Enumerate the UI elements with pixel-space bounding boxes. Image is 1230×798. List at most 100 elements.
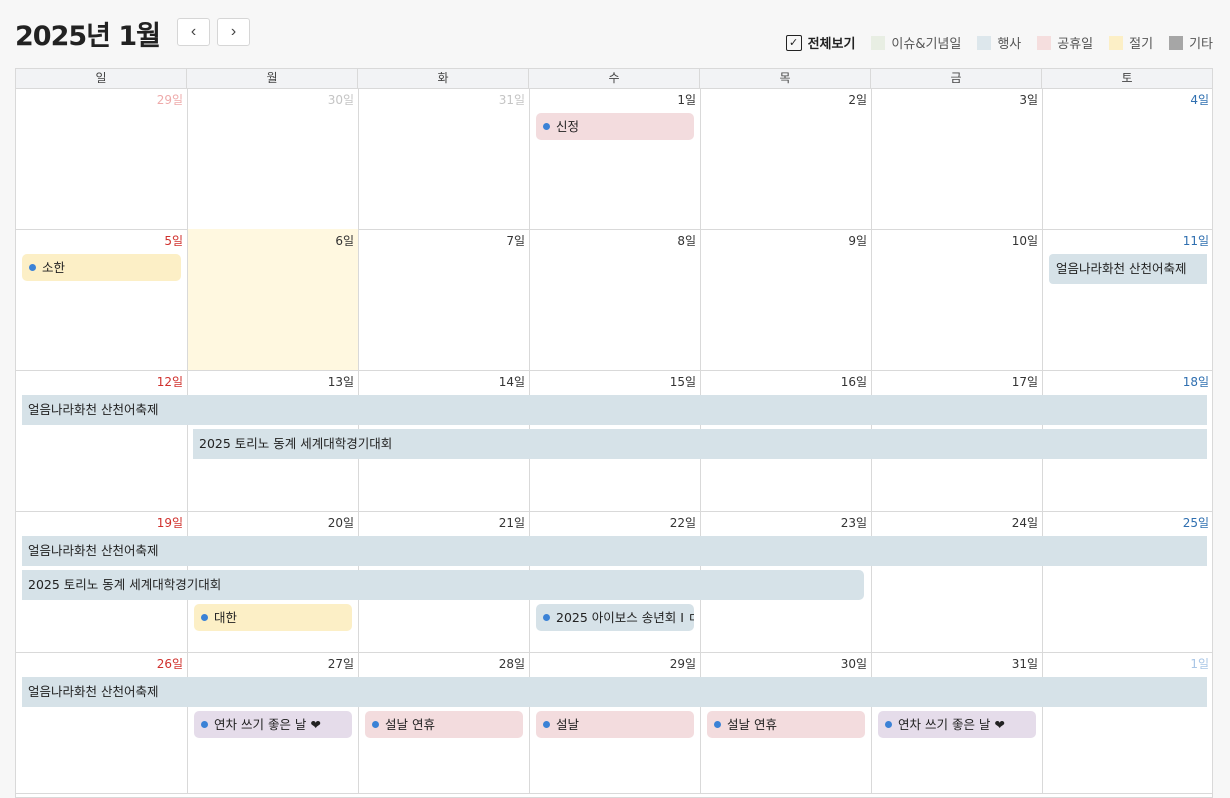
day-cell[interactable]: 9일 [700, 229, 871, 370]
legend-label: 절기 [1129, 37, 1154, 52]
date-label: 11일 [1182, 234, 1209, 248]
event-hwacheon-festival[interactable]: 얼음나라화천 산천어축제 [22, 395, 1207, 425]
date-label: 18일 [1182, 375, 1209, 389]
legend-label: 행사 [997, 37, 1022, 52]
date-label: 13일 [327, 375, 354, 389]
date-label: 8일 [677, 234, 696, 248]
date-label: 27일 [327, 657, 354, 671]
event-hwacheon-festival[interactable]: 얼음나라화천 산천어축제 [22, 677, 1207, 707]
legend-swatch [977, 35, 992, 50]
event-seollal-holiday[interactable]: 설날 연휴 [707, 711, 865, 738]
date-label: 5일 [164, 234, 183, 248]
date-label: 9일 [848, 234, 867, 248]
event-seollal-holiday[interactable]: 설날 연휴 [365, 711, 523, 738]
weekday-mon: 월 [186, 69, 357, 88]
legend-item-season[interactable]: 절기 [1109, 33, 1153, 52]
day-cell[interactable]: 5일 소한 [16, 229, 187, 370]
date-label: 19일 [156, 516, 183, 530]
event-hwacheon-festival[interactable]: 얼음나라화천 산천어축제 [1049, 254, 1207, 284]
legend-all-toggle[interactable]: ✓ 전체보기 [785, 33, 855, 52]
day-cell[interactable]: 11일 얼음나라화천 산천어축제 [1042, 229, 1212, 370]
event-sinjeong[interactable]: 신정 [536, 113, 694, 140]
event-hwacheon-festival[interactable]: 얼음나라화천 산천어축제 [22, 536, 1207, 566]
date-label: 24일 [1011, 516, 1038, 530]
event-seollal[interactable]: 설날 [536, 711, 694, 738]
legend-swatch [1037, 35, 1052, 50]
chevron-left-icon: ‹ [190, 23, 197, 40]
legend-item-holiday[interactable]: 공휴일 [1037, 33, 1093, 52]
day-cell[interactable]: 27일 연차 쓰기 좋은 날 ❤ [187, 652, 358, 793]
day-cell[interactable]: 31일 연차 쓰기 좋은 날 ❤ [871, 652, 1042, 793]
week-row: 26일 27일 연차 쓰기 좋은 날 ❤ 28일 설날 연휴 29일 설날 30… [16, 652, 1212, 794]
date-label: 7일 [506, 234, 525, 248]
day-cell[interactable]: 31일 [358, 88, 529, 229]
prev-month-button[interactable]: ‹ [177, 18, 210, 46]
week-row: 19일 20일 대한 21일 22일 2025 아이보스 송년회 I ㅁ 23일… [16, 511, 1212, 653]
date-label: 14일 [498, 375, 525, 389]
weekday-sun: 일 [95, 71, 107, 85]
date-label: 30일 [840, 657, 867, 671]
day-cell[interactable]: 10일 [871, 229, 1042, 370]
chevron-right-icon: › [230, 23, 237, 40]
date-label: 17일 [1011, 375, 1038, 389]
date-label: 29일 [156, 93, 183, 107]
calendar-grid: 일 월 화 수 목 금 토 29일 30일 31일 1일 신정 2일 3일 4일… [15, 68, 1213, 798]
event-sohan[interactable]: 소한 [22, 254, 181, 281]
day-cell-today[interactable]: 6일 [187, 229, 358, 370]
day-cell[interactable]: 4일 [1042, 88, 1212, 229]
page-title: 2025년 1월 [15, 21, 161, 52]
day-cell[interactable]: 25일 [1042, 511, 1212, 652]
event-annual-leave[interactable]: 연차 쓰기 좋은 날 ❤ [194, 711, 352, 738]
week-row: 5일 소한 6일 7일 8일 9일 10일 11일 얼음나라화천 산천어축제 [16, 229, 1212, 371]
date-label: 20일 [327, 516, 354, 530]
date-label: 3일 [1019, 93, 1038, 107]
legend-label: 공휴일 [1057, 37, 1094, 52]
event-torino-universiade[interactable]: 2025 토리노 동계 세계대학경기대회 [193, 429, 1207, 459]
date-label: 25일 [1182, 516, 1209, 530]
day-cell[interactable]: 26일 [16, 652, 187, 793]
date-label: 10일 [1011, 234, 1038, 248]
day-cell[interactable]: 12일 [16, 370, 187, 511]
legend-item-event[interactable]: 행사 [977, 33, 1021, 52]
next-month-button[interactable]: › [217, 18, 250, 46]
weekday-tue: 화 [357, 69, 528, 88]
date-label: 26일 [156, 657, 183, 671]
weekday-fri: 금 [870, 69, 1041, 88]
date-label: 30일 [327, 93, 354, 107]
day-cell[interactable]: 29일 설날 [529, 652, 700, 793]
event-annual-leave[interactable]: 연차 쓰기 좋은 날 ❤ [878, 711, 1036, 738]
day-cell[interactable]: 3일 [871, 88, 1042, 229]
day-cell[interactable]: 24일 [871, 511, 1042, 652]
date-label: 21일 [498, 516, 525, 530]
date-label: 31일 [1011, 657, 1038, 671]
day-cell[interactable]: 30일 설날 연휴 [700, 652, 871, 793]
event-daehan[interactable]: 대한 [194, 604, 352, 631]
event-torino-universiade[interactable]: 2025 토리노 동계 세계대학경기대회 [22, 570, 864, 600]
day-cell[interactable]: 28일 설날 연휴 [358, 652, 529, 793]
day-cell[interactable]: 1일 [1042, 652, 1212, 793]
week-row: 29일 30일 31일 1일 신정 2일 3일 4일 [16, 88, 1212, 230]
legend-label: 기타 [1189, 37, 1213, 52]
weekday-header: 일 월 화 수 목 금 토 [16, 69, 1212, 89]
date-label: 2일 [848, 93, 867, 107]
date-label: 31일 [498, 93, 525, 107]
legend-item-etc[interactable]: 기타 [1169, 33, 1213, 52]
legend-label: 이슈&기념일 [891, 37, 962, 52]
day-cell[interactable]: 30일 [187, 88, 358, 229]
checkbox-checked-icon[interactable]: ✓ [785, 34, 802, 51]
date-label: 29일 [669, 657, 696, 671]
legend-item-issue[interactable]: 이슈&기념일 [871, 33, 961, 52]
day-cell[interactable]: 2일 [700, 88, 871, 229]
legend-swatch [1169, 35, 1184, 50]
day-cell[interactable]: 8일 [529, 229, 700, 370]
event-aivos-party[interactable]: 2025 아이보스 송년회 I ㅁ [536, 604, 694, 631]
date-label: 28일 [498, 657, 525, 671]
day-cell[interactable]: 7일 [358, 229, 529, 370]
date-label: 23일 [840, 516, 867, 530]
week-row: 12일 13일 14일 15일 16일 17일 18일 얼음나라화천 산천어축제… [16, 370, 1212, 512]
date-label: 16일 [840, 375, 867, 389]
legend-swatch [871, 35, 886, 50]
legend-swatch [1109, 35, 1124, 50]
day-cell[interactable]: 1일 신정 [529, 88, 700, 229]
day-cell[interactable]: 29일 [16, 88, 187, 229]
